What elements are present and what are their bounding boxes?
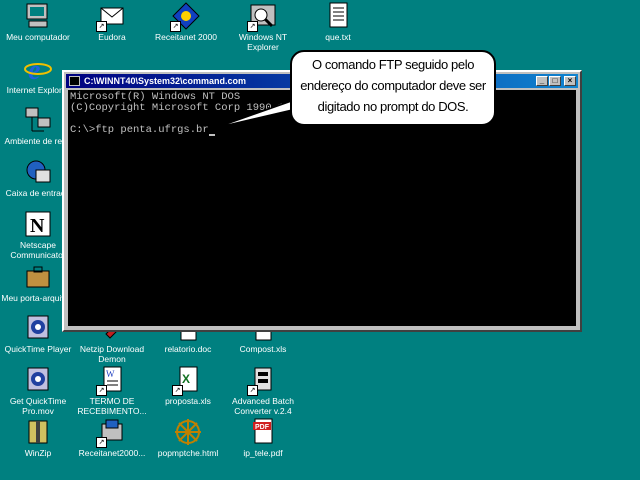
briefcase-icon <box>24 263 52 291</box>
close-button[interactable]: × <box>564 76 576 86</box>
desktop-icon-proposta-xls[interactable]: X ↗ proposta.xls <box>150 366 226 406</box>
desktop-icon-meu-computador[interactable]: Meu computador <box>0 2 76 42</box>
eudora-icon: ↗ <box>96 2 126 32</box>
desktop-icon-label: relatorio.doc <box>164 344 212 354</box>
desktop-icon-label: Eudora <box>98 32 126 42</box>
svg-text:e: e <box>28 55 40 83</box>
text-cursor <box>208 134 215 136</box>
html-file-icon <box>174 418 202 446</box>
desktop-icon-label: TERMO DE RECEBIMENTO... <box>77 396 147 416</box>
network-icon <box>24 106 52 134</box>
winzip-icon <box>24 418 52 446</box>
svg-text:W: W <box>106 369 115 379</box>
maximize-button[interactable]: □ <box>549 76 561 86</box>
window-title: C:\WINNT40\System32\command.com <box>84 76 247 86</box>
desktop-icon-label: Meu computador <box>6 32 70 42</box>
callout-text: O comando FTP seguido pelo endereço do c… <box>300 57 486 114</box>
word-doc-icon: W ↗ <box>96 366 126 396</box>
netscape-icon: N <box>24 210 52 238</box>
desktop-icon-receitanet-installer[interactable]: ↗ Receitanet2000... <box>74 418 150 458</box>
desktop-icon-label: popmptche.html <box>157 448 219 458</box>
desktop-icon-winzip[interactable]: WinZip <box>0 418 76 458</box>
minimize-button[interactable]: _ <box>536 76 548 86</box>
desktop-icon-label: Advanced Batch Converter v.2.4 <box>232 396 294 416</box>
desktop-icon-label: Windows NT Explorer <box>238 32 288 52</box>
svg-text:PDF: PDF <box>255 424 270 431</box>
desktop-icon-ip-tele-pdf[interactable]: PDF ip_tele.pdf <box>225 418 301 458</box>
inbox-icon <box>24 158 52 186</box>
command-prompt-icon <box>69 76 80 86</box>
console-prompt-line: C:\>ftp penta.ufrgs.br <box>70 124 209 136</box>
desktop-icon-receitanet[interactable]: ↗ Receitanet 2000 <box>148 2 224 42</box>
excel-icon: X ↗ <box>172 366 202 396</box>
quicktime-movie-icon <box>24 366 52 394</box>
desktop-icon-label: Compost.xls <box>239 344 287 354</box>
desktop-icon-nt-explorer[interactable]: ↗ Windows NT Explorer <box>225 2 301 52</box>
desktop-icon-label: WinZip <box>24 448 52 458</box>
pdf-icon: PDF <box>249 418 277 446</box>
svg-text:X: X <box>182 372 190 386</box>
text-file-icon <box>324 2 352 30</box>
desktop-icon-termo-de-recebimento[interactable]: W ↗ TERMO DE RECEBIMENTO... <box>74 366 150 416</box>
desktop-icon-advanced-batch-converter[interactable]: ↗ Advanced Batch Converter v.2.4 <box>225 366 301 416</box>
explorer-icon: ↗ <box>247 2 277 32</box>
desktop-icon-popmptche-html[interactable]: popmptche.html <box>150 418 226 458</box>
desktop-icon-label: que.txt <box>325 32 351 42</box>
desktop-icon-label: proposta.xls <box>165 396 211 406</box>
desktop-icon-label: Receitanet 2000 <box>155 32 217 42</box>
computer-icon <box>24 2 52 30</box>
desktop-icon-get-quicktime-pro[interactable]: Get QuickTime Pro.mov <box>0 366 76 416</box>
desktop-icon-label: QuickTime Player <box>4 344 72 354</box>
internet-explorer-icon: e <box>24 55 52 86</box>
installer-icon: ↗ <box>96 418 126 448</box>
desktop-icon-label: ip_tele.pdf <box>243 448 283 458</box>
desktop-icon-label: Receitanet2000... <box>78 448 146 458</box>
desktop-icon-label: Get QuickTime Pro.mov <box>9 396 67 416</box>
desktop-icon-eudora[interactable]: ↗ Eudora <box>74 2 150 42</box>
console-line: (C)Copyright Microsoft Corp 1990-1996. <box>70 102 310 114</box>
svg-text:N: N <box>30 215 45 237</box>
desktop-icon-que-txt[interactable]: que.txt <box>300 2 376 42</box>
quicktime-icon <box>24 314 52 342</box>
desktop-icon-label: Netzip Download Demon <box>79 344 145 364</box>
callout-annotation: O comando FTP seguido pelo endereço do c… <box>290 50 496 126</box>
receitanet-icon: ↗ <box>170 2 200 32</box>
converter-icon: ↗ <box>247 366 277 396</box>
